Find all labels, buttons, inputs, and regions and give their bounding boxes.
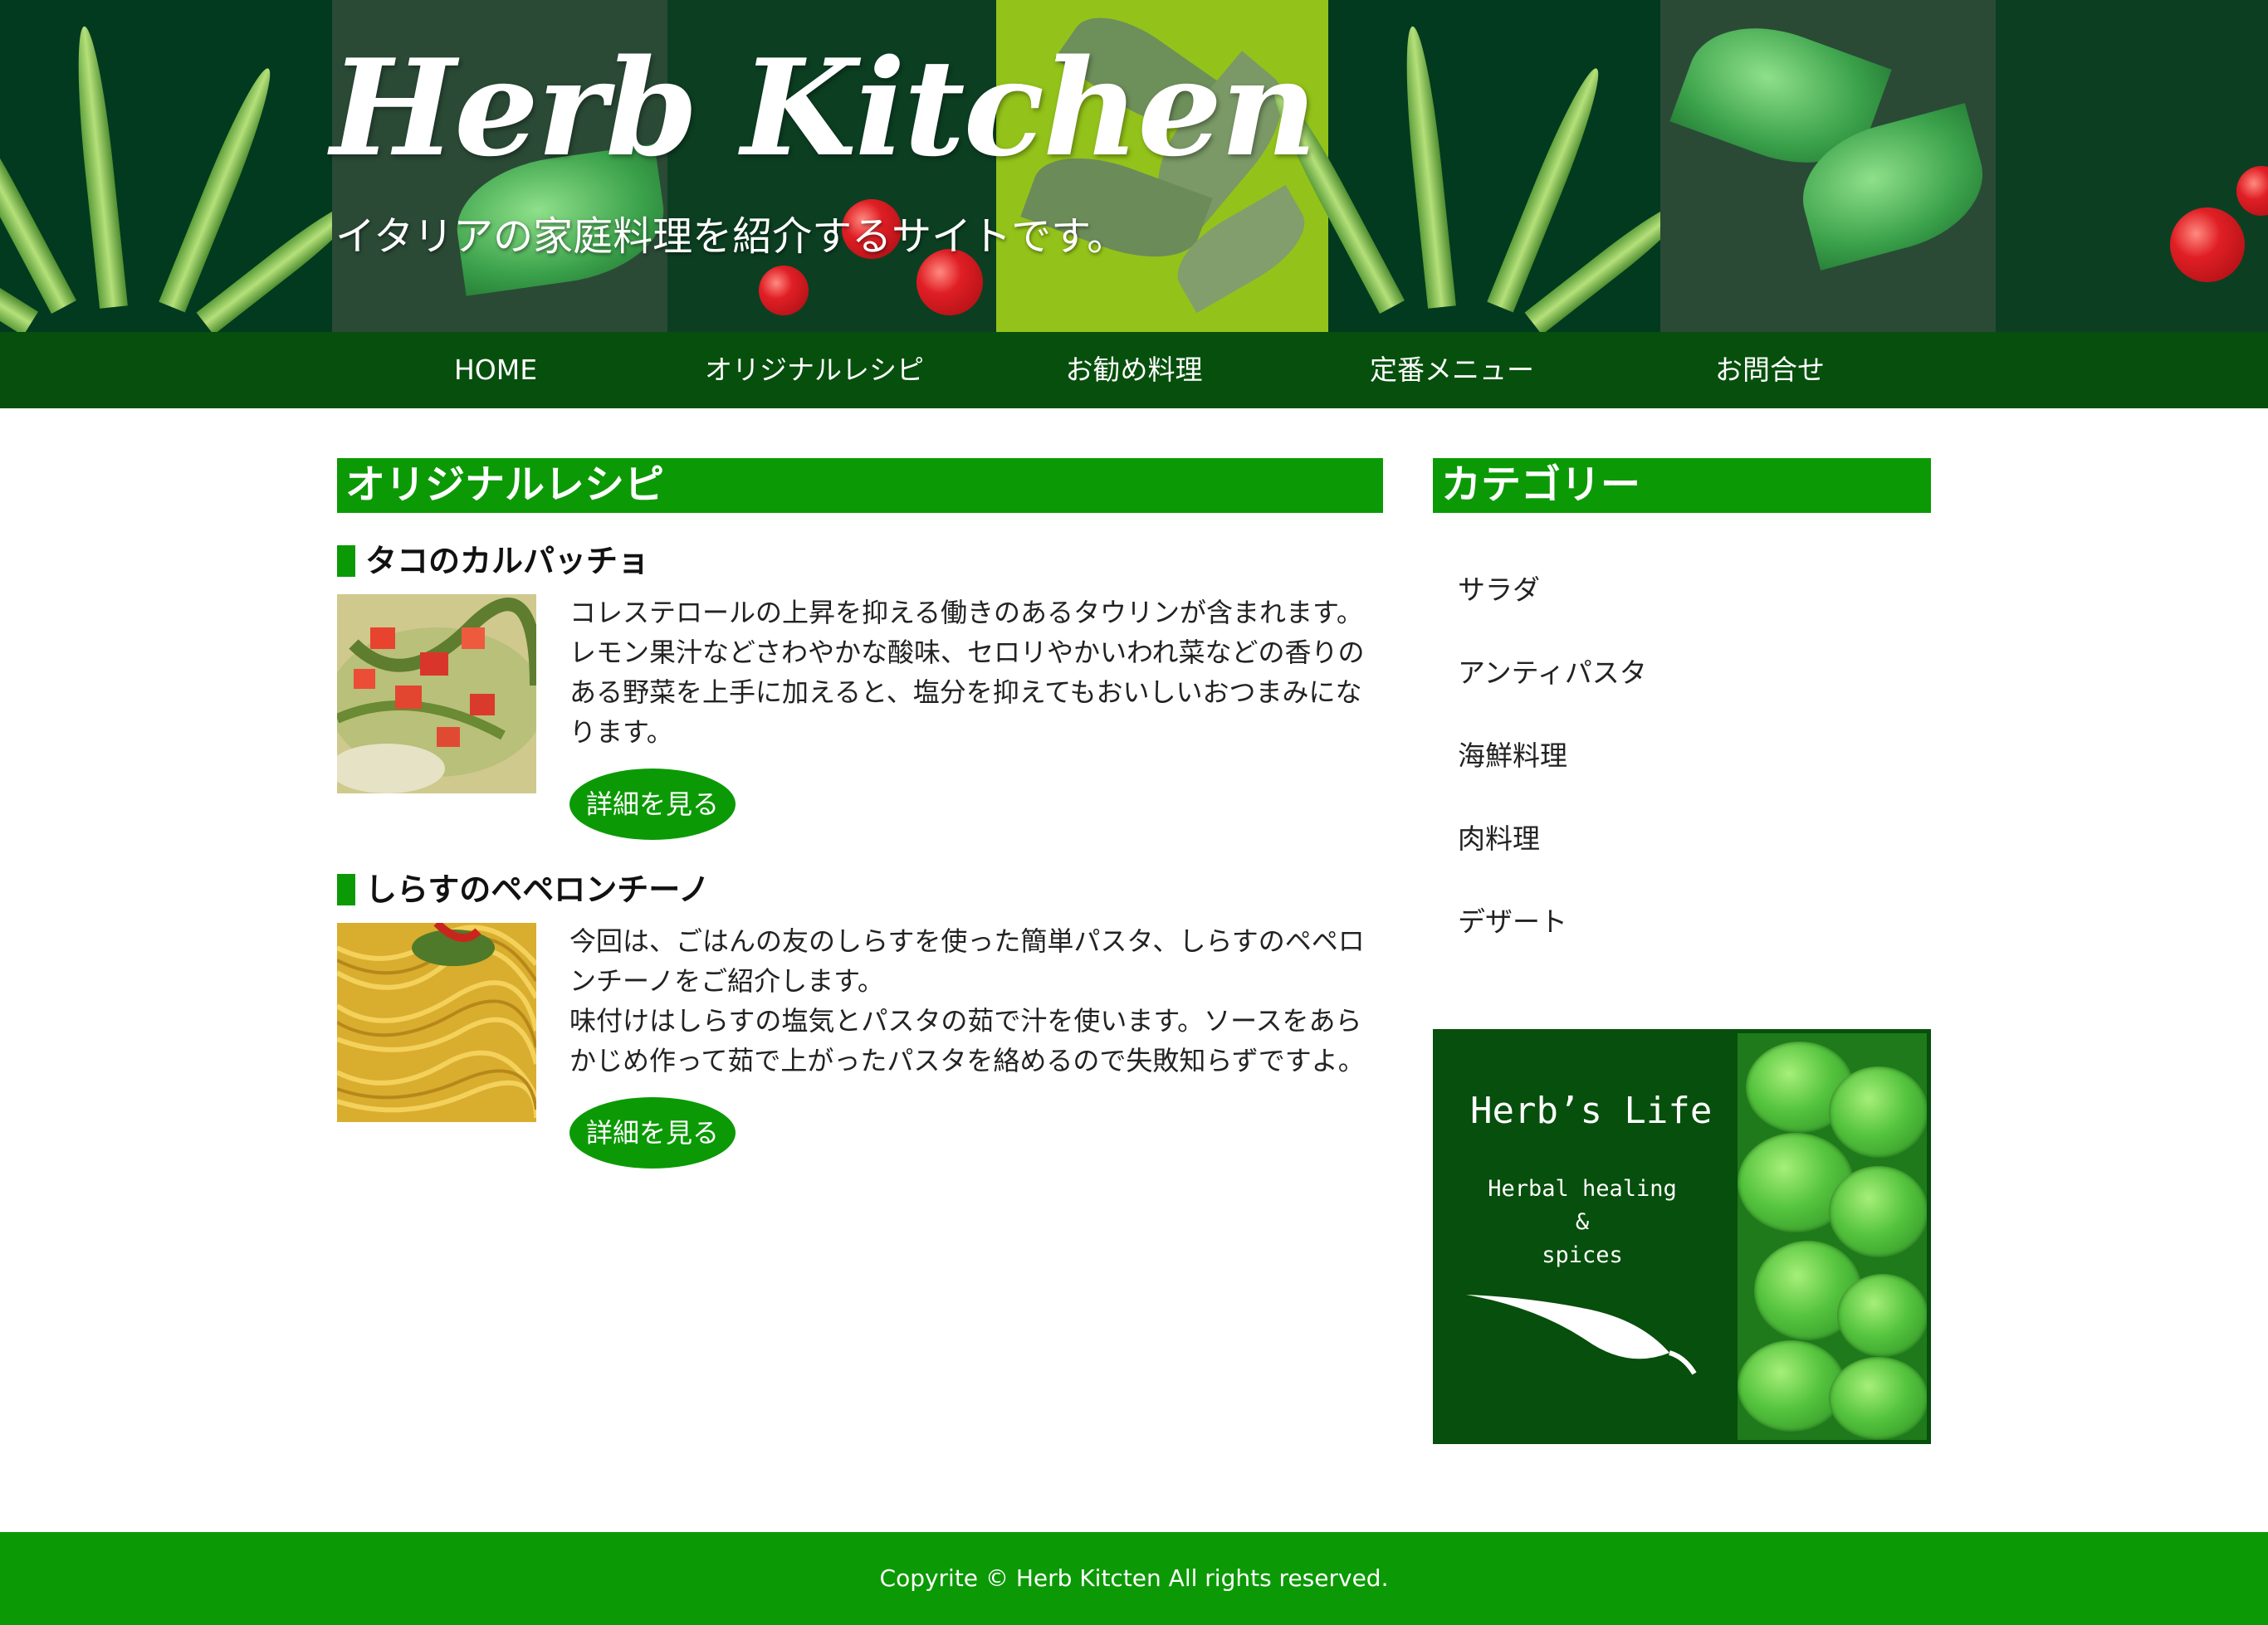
recipe-description: 今回は、ごはんの友のしらすを使った簡単パスタ、しらすのペペロ ンチーノをご紹介し… [569, 921, 1375, 1081]
leaf-icon [1466, 1295, 1697, 1375]
recipe-description: コレステロールの上昇を抑える働きのあるタウリンが含まれます。 レモン果汁などさわ… [569, 593, 1375, 752]
recipe-details-button[interactable]: 詳細を見る [569, 769, 736, 840]
recipe-details-button[interactable]: 詳細を見る [569, 1097, 736, 1169]
header-bg-berry-panel-2 [1996, 0, 2268, 332]
recipe-title: しらすのペペロンチーノ [337, 871, 710, 908]
recipe-thumbnail-peperoncino [337, 923, 536, 1122]
category-item-meat[interactable]: 肉料理 [1458, 817, 1540, 856]
recipe-title: タコのカルパッチョ [337, 543, 649, 579]
category-item-salad[interactable]: サラダ [1458, 568, 1540, 608]
sidebar-heading: カテゴリー [1433, 458, 1931, 513]
banner-subtitle-line: & [1575, 1209, 1590, 1235]
header-bg-aloe-panel [0, 0, 371, 332]
global-nav: HOME オリジナルレシピ お勧め料理 定番メニュー お問合せ [0, 332, 2268, 408]
site-tagline: イタリアの家庭料理を紹介するサイトです。 [335, 213, 1127, 260]
banner-subtitle: Herbal healing & spices [1454, 1173, 1711, 1272]
nav-item-contact[interactable]: お問合せ [1687, 332, 1853, 408]
category-item-seafood[interactable]: 海鮮料理 [1458, 734, 1567, 773]
mint-photo [1738, 1033, 1927, 1440]
recipe-description-line: 味付けはしらすの塩気とパスタの茹で汁を使います。ソースをあら [569, 1005, 1362, 1037]
banner-title: Herb’s Life [1470, 1090, 1713, 1132]
recipe-description-line: ンチーノをご紹介します。 [569, 965, 884, 997]
nav-item-recommended[interactable]: お勧め料理 [1051, 332, 1217, 408]
recipe-thumbnail-carpaccio [337, 594, 536, 793]
nav-item-standard-menu[interactable]: 定番メニュー [1358, 332, 1546, 408]
header-bg-aloe-panel-2 [1263, 0, 1699, 332]
category-item-antipasto[interactable]: アンティパスタ [1458, 651, 1647, 691]
recipe-description-line: かじめ作って茹で上がったパスタを絡めるので失敗知らずですよ。 [569, 1045, 1365, 1076]
main-section-heading: オリジナルレシピ [337, 458, 1383, 513]
recipe-description-line: ります。 [569, 716, 673, 748]
site-footer: Copyrite © Herb Kitcten All rights reser… [0, 1532, 2268, 1625]
copyright-text: Copyrite © Herb Kitcten All rights reser… [879, 1564, 1389, 1592]
banner-subtitle-line: spices [1542, 1242, 1623, 1268]
recipe-description-line: レモン果汁などさわやかな酸味、セロリやかいわれ菜などの香りの [569, 637, 1365, 668]
herbs-life-banner[interactable]: Herb’s Life Herbal healing & spices [1433, 1029, 1931, 1444]
site-header: Herb Kitchen イタリアの家庭料理を紹介するサイトです。 [0, 0, 2268, 332]
recipe-description-line: ある野菜を上手に加えると、塩分を抑えてもおいしいおつまみにな [569, 676, 1362, 708]
banner-subtitle-line: Herbal healing [1488, 1176, 1677, 1202]
nav-item-original-recipes[interactable]: オリジナルレシピ [698, 332, 931, 408]
site-title-logo[interactable]: Herb Kitchen [330, 33, 1317, 183]
category-item-dessert[interactable]: デザート [1458, 900, 1567, 939]
header-bg-mint-panel [1660, 0, 1997, 332]
recipe-description-line: 今回は、ごはんの友のしらすを使った簡単パスタ、しらすのペペロ [569, 925, 1365, 957]
nav-item-home[interactable]: HOME [413, 332, 579, 408]
recipe-description-line: コレステロールの上昇を抑える働きのあるタウリンが含まれます。 [569, 597, 1363, 628]
